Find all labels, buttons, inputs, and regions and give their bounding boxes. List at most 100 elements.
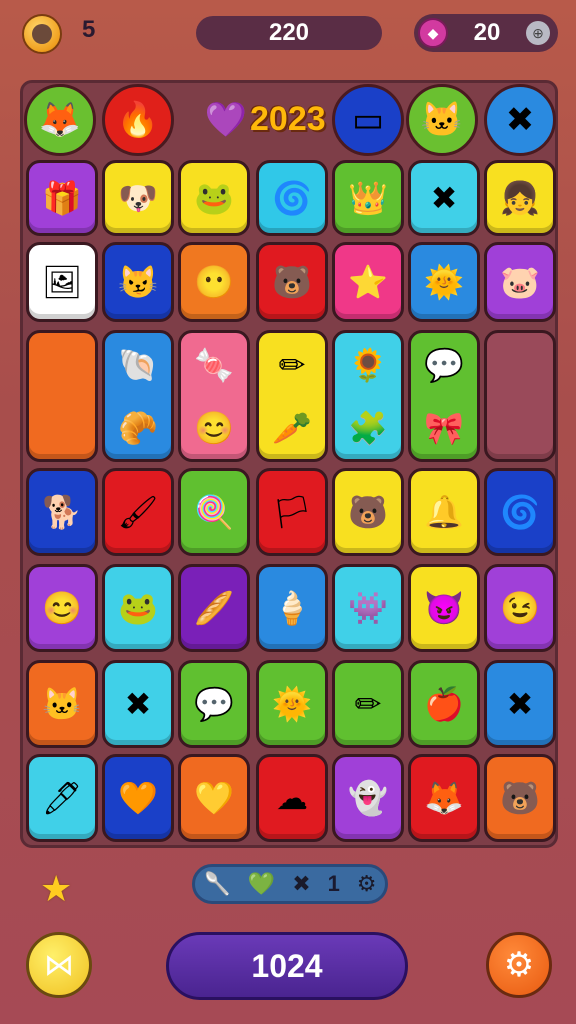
tile-secondary-glyph: 🥐 — [118, 409, 158, 446]
tile-frame-icon[interactable]: 🖼 — [26, 242, 98, 322]
tile-pencil-icon[interactable]: ✏ — [332, 660, 404, 748]
tile-bell-icon[interactable]: 🔔 — [408, 468, 480, 556]
monster-face-icon: 👾 — [348, 590, 388, 626]
tile-monster-face-icon[interactable]: 👾 — [332, 564, 404, 652]
tile-girl-face-icon[interactable]: 👧 — [484, 160, 556, 236]
tile-fox-face-icon[interactable]: 🦊 — [408, 754, 480, 842]
tile-candy-icon[interactable]: 🍬 😊 — [178, 330, 250, 462]
tile-cat-face-icon[interactable]: 🐱 — [26, 660, 98, 748]
bell-icon: 🔔 — [424, 494, 464, 530]
tile-shell-icon[interactable]: 🐚 🥐 — [102, 330, 174, 462]
candy-icon: 🍬 — [194, 346, 234, 383]
cross-icon: ✖ — [124, 686, 152, 722]
tile-bread-icon[interactable]: 🥖 — [178, 564, 250, 652]
main-score-value: 1024 — [251, 947, 323, 984]
tile-frog-face-icon[interactable]: 🐸 — [178, 160, 250, 236]
tile-bear-face-icon[interactable]: 🐻 — [484, 754, 556, 842]
tile-sun-face-icon[interactable]: 🌞 — [408, 242, 480, 322]
main-score-button[interactable]: 1024 — [166, 932, 408, 1000]
tile-lollipop-icon[interactable]: 🍭 — [178, 468, 250, 556]
tile-dog-face-icon[interactable]: 🐕 — [26, 468, 98, 556]
settings-button[interactable]: ⚙ — [486, 932, 552, 998]
gem-icon: ◆ — [418, 18, 448, 48]
gear-icon[interactable]: ⚙ — [357, 871, 377, 897]
tile-swirl-icon[interactable]: 🌀 — [484, 468, 556, 556]
tile-bear-face-icon[interactable]: 🐻 — [332, 468, 404, 556]
tile-crown-icon[interactable]: 👑 — [332, 160, 404, 236]
cat-face-icon[interactable]: 🐱 — [406, 84, 478, 156]
bear-face-icon: 🐻 — [272, 264, 312, 300]
tile-empty-tile[interactable] — [484, 330, 556, 462]
slime-face-icon: 😈 — [424, 590, 464, 626]
tile-monster-face-icon[interactable]: 👻 — [332, 754, 404, 842]
pencil-icon: 🖊 — [41, 780, 83, 816]
tile-dog-face-icon[interactable]: 🐶 — [102, 160, 174, 236]
heart-icon[interactable]: 💜 — [190, 84, 262, 156]
tile-smile-face-icon[interactable]: 😊 — [26, 564, 98, 652]
tile-wink-face-icon[interactable]: 😉 — [484, 564, 556, 652]
tile-cat-face-icon[interactable]: 😼 — [102, 242, 174, 322]
spoon-icon: 🥄 — [203, 871, 231, 896]
tile-gear-face-icon[interactable]: 🌻 🧩 — [332, 330, 404, 462]
flame-icon[interactable]: 🔥 — [102, 84, 174, 156]
gear-face-icon: 🌻 — [348, 346, 388, 383]
tile-gift-icon[interactable]: 🎁 — [26, 160, 98, 236]
tile-swirl-icon[interactable]: 🌀 — [256, 160, 328, 236]
shell-icon: 🐚 — [118, 346, 158, 383]
tile-pencil-icon[interactable]: 🖊 — [26, 754, 98, 842]
tile-empty-tile[interactable] — [26, 330, 98, 462]
tile-secondary-glyph: 🧩 — [348, 409, 388, 446]
tile-cross-icon[interactable]: ✖ — [484, 660, 556, 748]
crown-icon: 👑 — [348, 180, 388, 216]
tile-pig-face-icon[interactable]: 🐷 — [484, 242, 556, 322]
tile-cross-icon[interactable]: ✖ — [102, 660, 174, 748]
heart-icon: 💚 — [247, 871, 276, 896]
tile-speech-bubble-icon[interactable]: 💬 — [178, 660, 250, 748]
tile-speech-bubble-icon[interactable]: 💬 🎀 — [408, 330, 480, 462]
tile-brush-icon[interactable]: 🖌 — [102, 468, 174, 556]
cat-face-icon: 🐱 — [42, 686, 82, 722]
tile-heart-icon[interactable]: 💛 — [178, 754, 250, 842]
dog-face-icon: 🐶 — [118, 180, 158, 216]
tile-heart-icon[interactable]: 🧡 — [102, 754, 174, 842]
tile-ghost-face-icon[interactable]: 😶 — [178, 242, 250, 322]
lives-count: 5 — [82, 16, 96, 43]
tile-cross-icon[interactable]: ✖ — [408, 160, 480, 236]
cloud-face-icon: ☁ — [276, 780, 308, 816]
tile-icecream-icon[interactable]: 🍦 — [256, 564, 328, 652]
eraser-icon[interactable]: ▭ — [332, 84, 404, 156]
tile-pencil-icon[interactable]: ✏ 🥕 — [256, 330, 328, 462]
star-icon[interactable]: ★ — [40, 868, 72, 910]
monster-face-icon: 👻 — [348, 780, 388, 816]
flag-icon: 🏳 — [271, 494, 313, 530]
cross-icon[interactable]: ✖ — [484, 84, 556, 156]
tile-frog-face-icon[interactable]: 🐸 — [102, 564, 174, 652]
frog-face-icon: 🐸 — [194, 180, 234, 216]
cross-icon: ✖ — [430, 180, 458, 216]
gem-counter: ◆ 20 ⊕ — [414, 14, 558, 52]
tile-flag-icon[interactable]: 🏳 — [256, 468, 328, 556]
pencil-icon: ✏ — [278, 346, 306, 383]
tile-slime-face-icon[interactable]: 😈 — [408, 564, 480, 652]
tile-star-face-icon[interactable]: ⭐ — [332, 242, 404, 322]
ghost-face-icon: 😶 — [194, 264, 234, 300]
tile-bear-face-icon[interactable]: 🐻 — [256, 242, 328, 322]
bear-face-icon: 🐻 — [348, 494, 388, 530]
coin-icon — [22, 14, 62, 54]
heart-icon: 💛 — [194, 780, 234, 816]
add-gems-button[interactable]: ⊕ — [526, 21, 550, 45]
booster-tray[interactable]: 🥄 💚 ✖ 1 ⚙ — [192, 864, 388, 904]
fox-face-icon[interactable]: 🦊 — [24, 84, 96, 156]
tile-sun-face-icon[interactable]: 🌞 — [256, 660, 328, 748]
lollipop-icon: 🍭 — [194, 494, 234, 530]
heart-icon: 🧡 — [118, 780, 158, 816]
tile-apple-icon[interactable]: 🍎 — [408, 660, 480, 748]
apple-icon: 🍎 — [424, 686, 464, 722]
speech-bubble-icon: 💬 — [194, 686, 234, 722]
frog-face-icon: 🐸 — [118, 590, 158, 626]
swirl-icon: 🌀 — [500, 494, 540, 530]
frame-icon: 🖼 — [41, 264, 83, 300]
tile-cloud-face-icon[interactable]: ☁ — [256, 754, 328, 842]
back-button[interactable]: ⋈ — [26, 932, 92, 998]
pencil-icon: ✏ — [354, 686, 382, 722]
